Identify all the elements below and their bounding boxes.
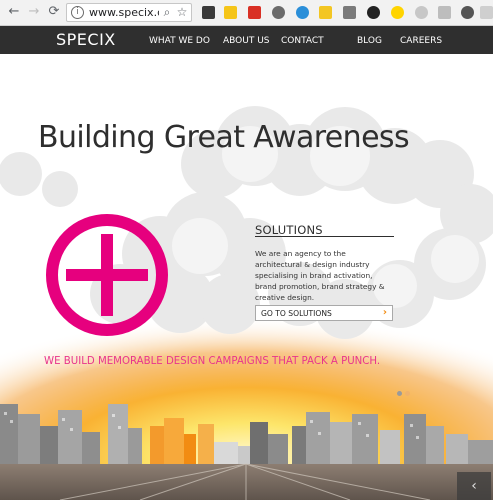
extension-icon[interactable] bbox=[296, 6, 309, 19]
hero-headline: Building Great Awareness bbox=[38, 120, 410, 155]
slider-dot[interactable] bbox=[405, 391, 410, 396]
browser-toolbar: ← → ⟳ i www.specix.co ⌕ ☆ bbox=[0, 0, 493, 26]
nav-item-blog[interactable]: BLOG bbox=[357, 35, 382, 47]
bookmark-star-icon[interactable]: ☆ bbox=[175, 5, 189, 20]
go-to-solutions-button[interactable]: GO TO SOLUTIONS › bbox=[255, 305, 393, 321]
site-info-icon[interactable]: i bbox=[71, 6, 84, 19]
nav-item-about-us[interactable]: ABOUT US bbox=[223, 35, 270, 47]
extension-icon[interactable] bbox=[319, 6, 332, 19]
camera-extension-icon[interactable] bbox=[438, 6, 451, 19]
hero-tagline: WE BUILD MEMORABLE DESIGN CAMPAIGNS THAT… bbox=[44, 356, 381, 367]
solutions-description: We are an agency to the architectural & … bbox=[255, 249, 385, 302]
gear-extension-icon[interactable] bbox=[272, 6, 285, 19]
nav-item-what-we-do[interactable]: WHAT WE DO bbox=[149, 35, 210, 47]
reload-icon[interactable]: ⟳ bbox=[46, 4, 62, 20]
slider-prev-button[interactable]: ‹ bbox=[457, 472, 491, 500]
back-icon[interactable]: ← bbox=[6, 4, 22, 20]
solutions-divider bbox=[255, 236, 394, 237]
extension-icon[interactable] bbox=[248, 6, 261, 19]
address-url[interactable]: www.specix.co bbox=[89, 6, 159, 20]
gear-extension-icon[interactable] bbox=[461, 6, 474, 19]
pocket-extension-icon[interactable] bbox=[202, 6, 215, 19]
forward-icon[interactable]: → bbox=[26, 4, 42, 20]
site-logo[interactable]: SPECIX bbox=[56, 30, 116, 50]
chevron-right-icon: › bbox=[382, 307, 387, 318]
hero-banner: Building Great Awareness SOLUTIONS We ar… bbox=[0, 54, 493, 500]
address-bar[interactable]: i www.specix.co ⌕ ☆ bbox=[66, 3, 192, 22]
extension-icon[interactable] bbox=[415, 6, 428, 19]
go-to-solutions-label: GO TO SOLUTIONS bbox=[261, 309, 332, 318]
plus-logo-icon bbox=[46, 214, 168, 336]
extension-icon[interactable] bbox=[367, 6, 380, 19]
camera-extension-icon[interactable] bbox=[343, 6, 356, 19]
zoom-icon[interactable]: ⌕ bbox=[160, 5, 174, 20]
extension-icon[interactable] bbox=[224, 6, 237, 19]
nav-item-careers[interactable]: CAREERS bbox=[400, 35, 442, 47]
slider-dot[interactable] bbox=[397, 391, 402, 396]
extension-icon[interactable] bbox=[480, 6, 493, 19]
nav-item-contact[interactable]: CONTACT bbox=[281, 35, 324, 47]
extension-icon[interactable] bbox=[391, 6, 404, 19]
site-header: SPECIX WHAT WE DO ABOUT US CONTACT BLOG … bbox=[0, 26, 493, 54]
